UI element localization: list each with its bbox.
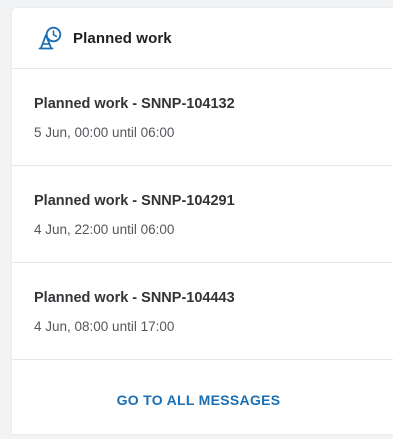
list-item[interactable]: Planned work - SNNP-104132 5 Jun, 00:00 … <box>12 69 393 166</box>
planned-work-list: Planned work - SNNP-104132 5 Jun, 00:00 … <box>12 69 393 360</box>
item-time: 5 Jun, 00:00 until 06:00 <box>34 125 175 140</box>
planned-work-card: Planned work Planned work - SNNP-104132 … <box>12 8 393 434</box>
list-item[interactable]: Planned work - SNNP-104443 4 Jun, 08:00 … <box>12 263 393 360</box>
item-title: Planned work - SNNP-104291 <box>34 193 235 209</box>
card-header: Planned work <box>12 8 393 69</box>
item-title: Planned work - SNNP-104443 <box>34 290 235 306</box>
card-title: Planned work <box>73 29 172 47</box>
list-item[interactable]: Planned work - SNNP-104291 4 Jun, 22:00 … <box>12 166 393 263</box>
card-footer: GO TO ALL MESSAGES <box>12 360 393 439</box>
item-time: 4 Jun, 08:00 until 17:00 <box>34 319 175 334</box>
item-title: Planned work - SNNP-104132 <box>34 96 235 112</box>
go-to-all-messages-link[interactable]: GO TO ALL MESSAGES <box>117 392 289 408</box>
item-time: 4 Jun, 22:00 until 06:00 <box>34 222 175 237</box>
planned-work-clock-icon <box>38 26 62 50</box>
